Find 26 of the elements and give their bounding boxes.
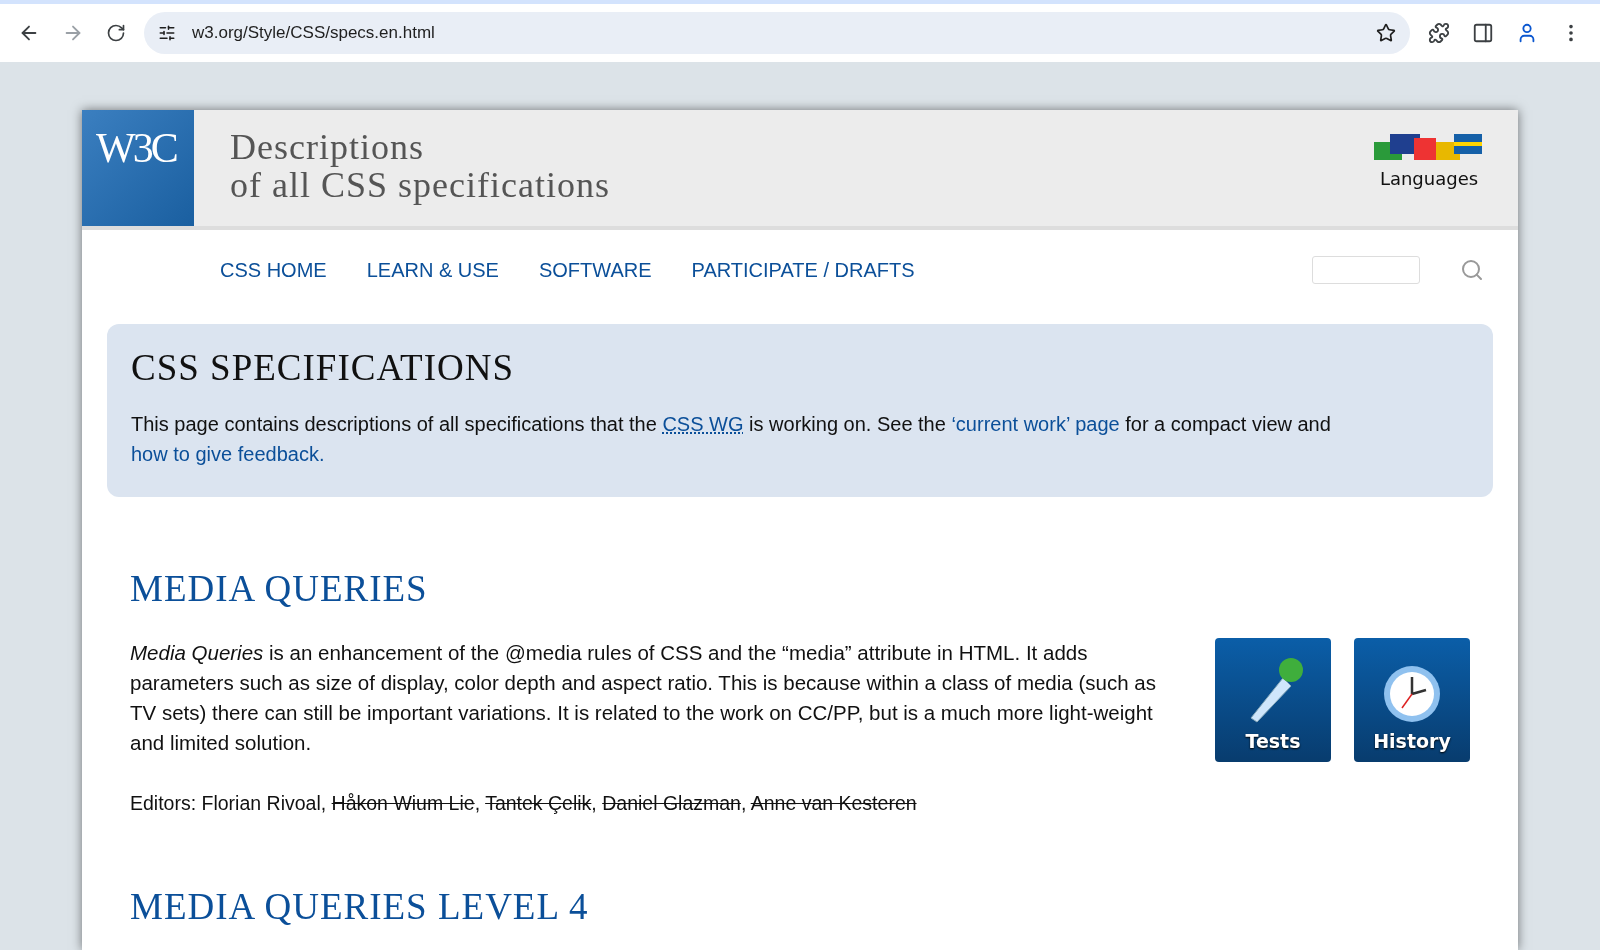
nav-link[interactable]: SOFTWARE [538, 258, 652, 282]
section-description: Media Queries is an enhancement of the @media rules of CSS and the “media” attribute in HTML. It adds parameters such as size of display, color depth and aspect ratio. This is because within a class of media (such as TV sets) there can still be important variations. It is related to the work on CC/PP, but is a much more light-weight and limited solution. [130, 640, 1157, 756]
section-heading[interactable]: MEDIA QUERIES [130, 567, 1470, 610]
section-heading[interactable]: MEDIA QUERIES LEVEL 4 [130, 885, 1470, 928]
nav-link[interactable]: LEARN & USE [366, 258, 499, 282]
history-button[interactable]: History [1354, 638, 1470, 762]
logo[interactable]: W3C [82, 110, 194, 226]
intro-heading: CSS SPECIFICATIONS [131, 346, 515, 389]
nav-link[interactable]: PARTICIPATE / DRAFTS [691, 258, 915, 282]
site-settings-icon[interactable] [158, 24, 176, 42]
link[interactable]: ‘current work’ page [951, 413, 1120, 435]
address-bar[interactable]: w3.org/Style/CSS/specs.en.html [144, 12, 1410, 54]
link[interactable]: CSS WG [662, 413, 744, 435]
intro-paragraph: This page contains descriptions of all specifications that the CSS WG is working on. See the ‘current work’ page for a compact view and how to give feedback. [131, 412, 1332, 467]
nav-link[interactable]: CSS HOME [220, 258, 327, 282]
search-icon[interactable] [1460, 258, 1484, 282]
flags-icon [1374, 132, 1484, 162]
url-text: w3.org/Style/CSS/specs.en.html [192, 23, 435, 43]
bookmark-star-icon[interactable] [1376, 23, 1396, 43]
tests-button[interactable]: Tests [1215, 638, 1331, 762]
site-title: Descriptions of all CSS specifications [229, 126, 611, 207]
editors-line: Editors: Florian Rivoal, Håkon Wium Lie, Tantek Çelik, Daniel Glazman, Anne van Kesteren [130, 792, 918, 815]
languages-link[interactable]: Languages [1374, 110, 1518, 226]
clock-icon [1382, 664, 1442, 724]
link[interactable]: how to give feedback. [131, 443, 325, 465]
search-field[interactable] [1312, 256, 1420, 284]
